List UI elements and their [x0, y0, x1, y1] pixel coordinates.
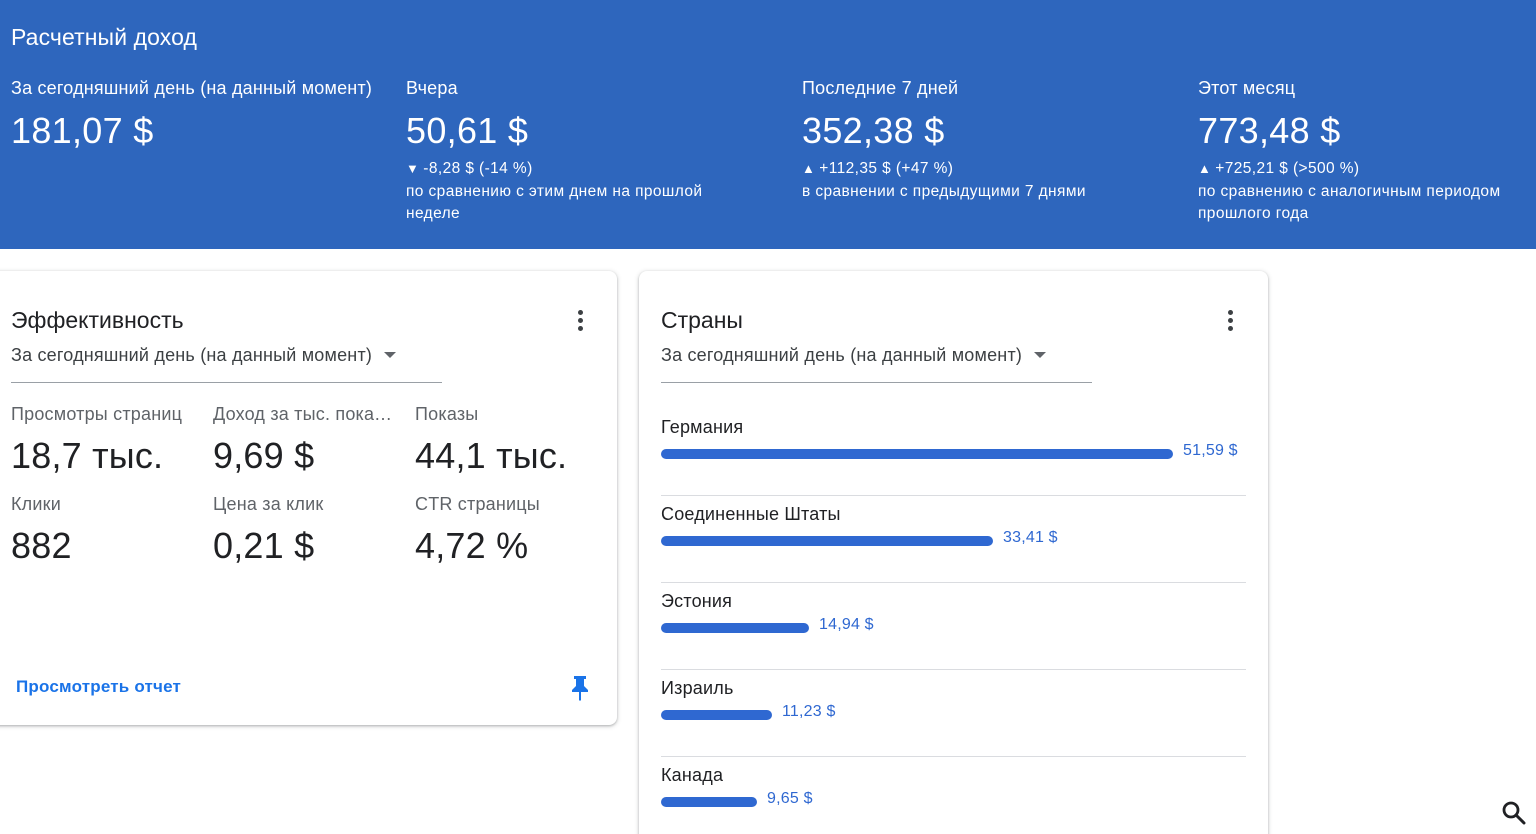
metric-today[interactable]: За сегодняшний день (на данный момент) 1… — [11, 78, 381, 152]
country-row[interactable]: Канада 9,65 $ — [661, 757, 1246, 834]
stat-cpc: Цена за клик 0,21 $ — [213, 494, 401, 567]
stat-value: 44,1 тыс. — [415, 435, 568, 476]
country-earnings: 51,59 $ — [1183, 442, 1238, 459]
metric-comparison: по сравнению с аналогичным периодом прош… — [1198, 183, 1501, 222]
country-bar-track — [661, 710, 1173, 720]
metric-label: Вчера — [406, 78, 458, 98]
banner-title: Расчетный доход — [11, 24, 198, 50]
metric-change-text: +725,21 $ (>500 %) — [1215, 160, 1360, 177]
stat-impressions: Показы 44,1 тыс. — [415, 404, 603, 477]
stat-rpm: Доход за тыс. показов 9,69 $ — [213, 404, 401, 477]
country-bar — [661, 710, 772, 720]
country-bar-track — [661, 536, 1173, 546]
metric-value: 352,38 $ — [802, 110, 945, 151]
stat-value: 18,7 тыс. — [11, 435, 164, 476]
caret-down-icon — [384, 351, 397, 358]
stat-label: Цена за клик — [213, 494, 324, 514]
country-bar — [661, 797, 757, 807]
metric-value: 50,61 $ — [406, 110, 529, 151]
performance-card-title: Эффективность — [11, 307, 184, 333]
country-bar-track — [661, 449, 1173, 459]
stat-value: 9,69 $ — [213, 435, 315, 476]
country-bar-track — [661, 623, 1173, 633]
stat-label: CTR страницы — [415, 494, 540, 514]
metric-this-month[interactable]: Этот месяц 773,48 $ ▲ +725,21 $ (>500 %) … — [1198, 78, 1532, 225]
view-report-link[interactable]: Просмотреть отчет — [16, 677, 181, 697]
stat-page-views: Просмотры страниц 18,7 тыс. — [11, 404, 199, 477]
pin-icon[interactable] — [568, 674, 592, 702]
caret-down-icon — [1034, 351, 1047, 358]
country-row[interactable]: Соединенные Штаты 33,41 $ — [661, 496, 1246, 583]
stat-clicks: Клики 882 — [11, 494, 199, 567]
more-vert-icon[interactable] — [1218, 307, 1242, 335]
country-earnings: 11,23 $ — [782, 703, 836, 720]
metric-change-text: +112,35 $ (+47 %) — [819, 160, 954, 177]
stat-label: Просмотры страниц — [11, 404, 183, 424]
metric-yesterday[interactable]: Вчера 50,61 $ ▼ -8,28 $ (-14 %) по сравне… — [406, 78, 786, 225]
stat-page-ctr: CTR страницы 4,72 % — [415, 494, 603, 567]
metric-label: Этот месяц — [1198, 78, 1296, 98]
country-name: Германия — [661, 417, 744, 437]
country-earnings: 14,94 $ — [819, 616, 874, 633]
period-select-value: За сегодняшний день (на данный момент) — [661, 345, 1023, 365]
arrow-down-icon: ▼ — [406, 161, 420, 176]
stat-value: 0,21 $ — [213, 525, 315, 566]
arrow-up-icon: ▲ — [1198, 161, 1212, 176]
performance-card: Эффективность За сегодняшний день (на да… — [0, 271, 617, 725]
country-earnings: 33,41 $ — [1003, 529, 1058, 546]
stat-label: Клики — [11, 494, 61, 514]
country-row[interactable]: Германия 51,59 $ — [661, 409, 1246, 496]
metric-comparison: по сравнению с этим днем на прошлой неде… — [406, 183, 703, 222]
country-bar — [661, 536, 993, 546]
country-bar — [661, 623, 809, 633]
search-icon[interactable] — [1501, 800, 1527, 826]
countries-card-title: Страны — [661, 307, 743, 333]
country-earnings: 9,65 $ — [767, 790, 813, 807]
period-select-value: За сегодняшний день (на данный момент) — [11, 345, 373, 365]
metric-change: ▼ -8,28 $ (-14 %) — [406, 160, 786, 178]
country-bar — [661, 449, 1173, 459]
country-row[interactable]: Израиль 11,23 $ — [661, 670, 1246, 757]
metric-value: 773,48 $ — [1198, 110, 1341, 151]
country-name: Соединенные Штаты — [661, 504, 841, 524]
dashboard: Расчетный доход За сегодняшний день (на … — [0, 0, 1536, 834]
metric-change: ▲ +112,35 $ (+47 %) — [802, 160, 1182, 178]
performance-period-select[interactable]: За сегодняшний день (на данный момент) — [11, 345, 442, 383]
country-row[interactable]: Эстония 14,94 $ — [661, 583, 1246, 670]
arrow-up-icon: ▲ — [802, 161, 816, 176]
more-vert-icon[interactable] — [568, 307, 592, 335]
metric-comparison: в сравнении с предыдущими 7 днями — [802, 183, 1086, 200]
metric-last-7-days[interactable]: Последние 7 дней 352,38 $ ▲ +112,35 $ (+4… — [802, 78, 1182, 203]
countries-card: Страны За сегодняшний день (на данный мо… — [639, 271, 1268, 834]
metric-label: Последние 7 дней — [802, 78, 959, 98]
metric-change-text: -8,28 $ (-14 %) — [423, 160, 533, 177]
stat-value: 4,72 % — [415, 525, 529, 566]
metric-change: ▲ +725,21 $ (>500 %) — [1198, 160, 1532, 178]
country-bar-track — [661, 797, 1173, 807]
country-name: Эстония — [661, 591, 733, 611]
stat-label: Показы — [415, 404, 479, 424]
stat-value: 882 — [11, 525, 72, 566]
metric-label: За сегодняшний день (на данный момент) — [11, 78, 373, 98]
country-name: Канада — [661, 765, 724, 785]
metric-value: 181,07 $ — [11, 110, 154, 151]
estimated-earnings-banner: Расчетный доход За сегодняшний день (на … — [0, 0, 1536, 249]
countries-period-select[interactable]: За сегодняшний день (на данный момент) — [661, 345, 1092, 383]
stat-label: Доход за тыс. показов — [213, 404, 393, 424]
country-name: Израиль — [661, 678, 734, 698]
